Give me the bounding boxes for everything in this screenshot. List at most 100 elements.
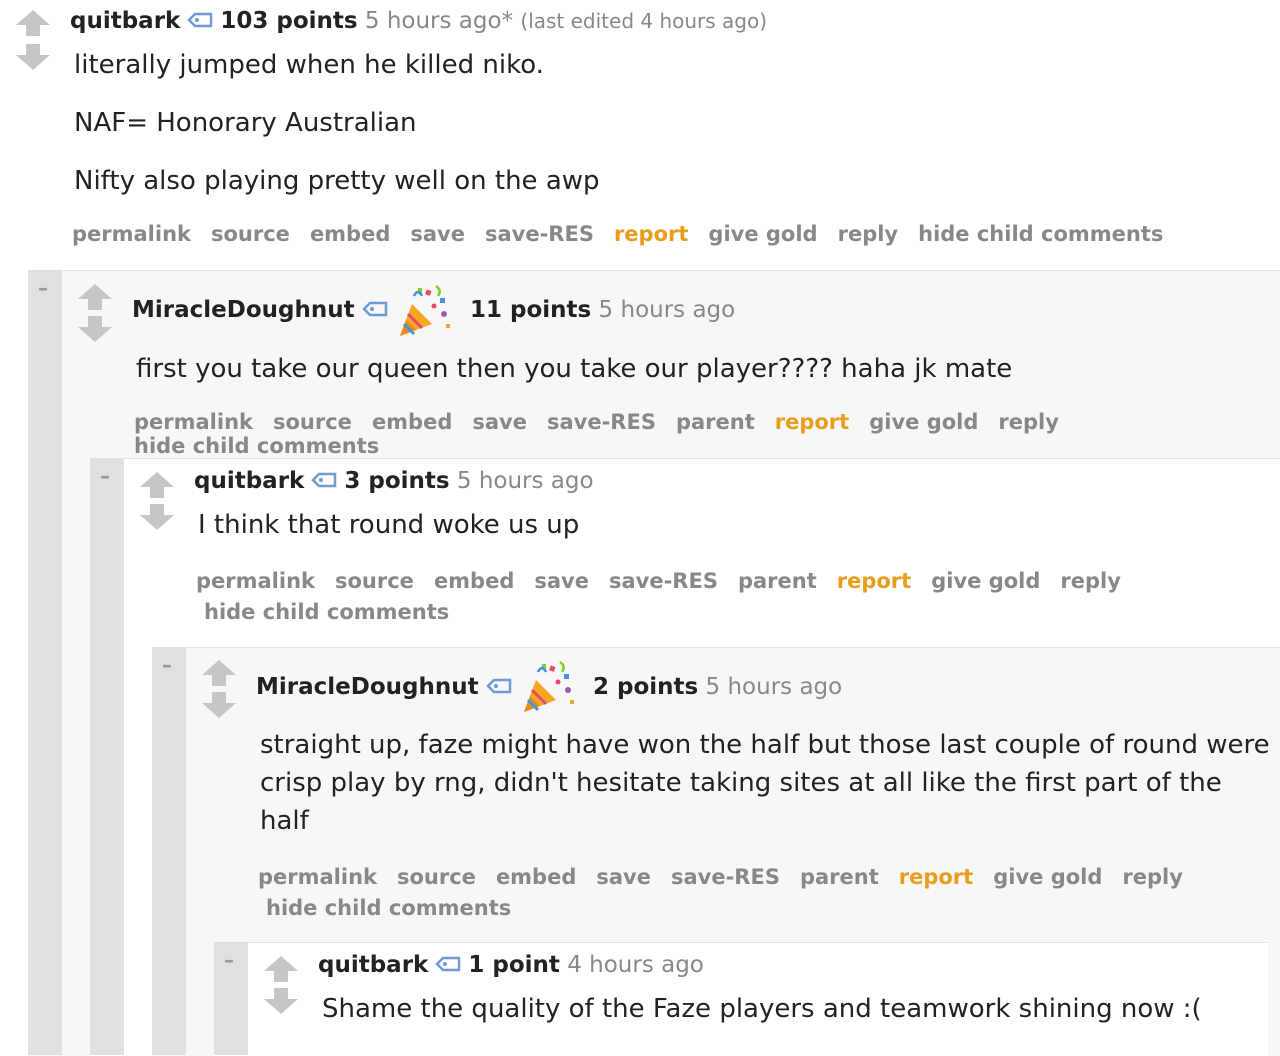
save-res-button[interactable]: save-RES [609,566,718,597]
give-gold-button[interactable]: give gold [931,566,1040,597]
report-button[interactable]: report [837,566,911,597]
comment-paragraph: Shame the quality of the Faze players an… [322,994,1202,1024]
comment-tagline: quitbark 103 points 5 hours ago* (last ed… [70,8,767,35]
save-res-button[interactable]: save-RES [547,410,656,434]
save-button[interactable]: save [534,566,589,597]
downvote-arrow-icon[interactable] [138,502,176,532]
report-button[interactable]: report [775,410,849,434]
permalink-button[interactable]: permalink [196,566,315,597]
comment-3-collapse-rail[interactable] [152,647,186,1055]
permalink-button[interactable]: permalink [72,222,191,246]
save-res-button[interactable]: save-RES [671,862,780,893]
save-button[interactable]: save [472,410,527,434]
comment-tagline: MiracleDoughnut [132,297,395,324]
user-tag-icon[interactable] [361,298,389,324]
comment-1-collapse-rail[interactable] [28,270,62,1055]
comment-3-collapse-button[interactable]: – [162,653,172,677]
source-button[interactable]: source [397,862,476,893]
timestamp: 5 hours ago [598,297,736,323]
embed-button[interactable]: embed [310,222,390,246]
comment-paragraph: straight up, faze might have won the hal… [260,730,1270,836]
source-button[interactable]: source [335,566,414,597]
reply-button[interactable]: reply [838,222,899,246]
comment-body: first you take our queen then you take o… [136,350,1256,388]
comment-paragraph: NAF= Honorary Australian [74,108,417,138]
hide-child-comments-button[interactable]: hide child comments [918,222,1163,246]
timestamp: 5 hours ago* [364,8,514,34]
parent-button[interactable]: parent [738,566,817,597]
report-button[interactable]: report [614,222,688,246]
score: 2 points [593,674,699,700]
permalink-button[interactable]: permalink [134,410,253,434]
comment-score-line: 11 points 5 hours ago [470,297,735,323]
score: 103 points [220,8,358,34]
source-button[interactable]: source [273,410,352,434]
comment-body: Shame the quality of the Faze players an… [322,990,1262,1028]
comment-2-collapse-button[interactable]: – [100,464,110,488]
comment-body: literally jumped when he killed niko. NA… [74,46,1254,200]
downvote-arrow-icon[interactable] [14,42,52,72]
report-button[interactable]: report [899,862,973,893]
give-gold-button[interactable]: give gold [993,862,1102,893]
embed-button[interactable]: embed [434,566,514,597]
hide-child-comments-button[interactable]: hide child comments [134,434,379,458]
author-link[interactable]: quitbark [318,952,428,978]
upvote-arrow-icon[interactable] [200,658,238,688]
reply-button[interactable]: reply [1060,566,1121,597]
author-link[interactable]: quitbark [194,468,304,494]
comment-score-line: 2 points 5 hours ago [593,674,842,700]
score: 3 points [344,468,450,494]
parent-button[interactable]: parent [676,410,755,434]
comment-tagline: quitbark 3 points 5 hours ago [194,468,594,495]
save-button[interactable]: save [596,862,651,893]
upvote-arrow-icon[interactable] [262,954,300,984]
save-res-button[interactable]: save-RES [485,222,594,246]
upvote-arrow-icon[interactable] [138,470,176,500]
vote-controls [138,470,178,532]
timestamp: 5 hours ago [456,468,594,494]
save-button[interactable]: save [410,222,465,246]
score: 11 points [470,297,592,323]
embed-button[interactable]: embed [496,862,576,893]
give-gold-button[interactable]: give gold [708,222,817,246]
comment-tagline: quitbark 1 point 4 hours ago [318,952,704,979]
comment-4-collapse-button[interactable]: – [224,948,234,972]
author-link[interactable]: MiracleDoughnut [256,674,479,700]
user-tag-icon[interactable] [310,469,338,495]
vote-controls [262,954,302,1016]
downvote-arrow-icon[interactable] [262,986,300,1016]
timestamp: 5 hours ago [705,674,843,700]
give-gold-button[interactable]: give gold [869,410,978,434]
timestamp: 4 hours ago [567,952,704,978]
reply-button[interactable]: reply [1122,862,1183,893]
comment-paragraph: I think that round woke us up [198,510,580,540]
source-button[interactable]: source [211,222,290,246]
user-tag-icon[interactable] [186,9,214,35]
party-popper-icon [396,284,452,344]
comment-2-collapse-rail[interactable] [90,458,124,1055]
edited-timestamp: (last edited 4 hours ago) [520,9,768,33]
vote-controls [200,658,240,720]
user-tag-icon[interactable] [434,953,462,979]
author-link[interactable]: quitbark [70,8,180,34]
upvote-arrow-icon[interactable] [14,8,52,38]
embed-button[interactable]: embed [372,410,452,434]
comment-buttons: permalink source embed save save-RES parent re… [258,862,1218,924]
reply-button[interactable]: reply [998,410,1059,434]
author-link[interactable]: MiracleDoughnut [132,297,355,323]
upvote-arrow-icon[interactable] [76,282,114,312]
comment-paragraph: Nifty also playing pretty well on the aw… [74,166,600,196]
user-tag-icon[interactable] [485,675,513,701]
hide-child-comments-button[interactable]: hide child comments [204,597,449,628]
comment-paragraph: first you take our queen then you take o… [136,354,1013,384]
downvote-arrow-icon[interactable] [200,690,238,720]
hide-child-comments-button[interactable]: hide child comments [266,893,511,924]
comment-1-collapse-button[interactable]: – [38,276,48,300]
vote-controls [14,8,54,72]
comment-body: straight up, faze might have won the hal… [260,726,1270,840]
permalink-button[interactable]: permalink [258,862,377,893]
parent-button[interactable]: parent [800,862,879,893]
comment-buttons: permalink source embed save save-RES report gi… [72,222,1183,246]
downvote-arrow-icon[interactable] [76,314,114,344]
comment-tagline: MiracleDoughnut [256,674,519,701]
